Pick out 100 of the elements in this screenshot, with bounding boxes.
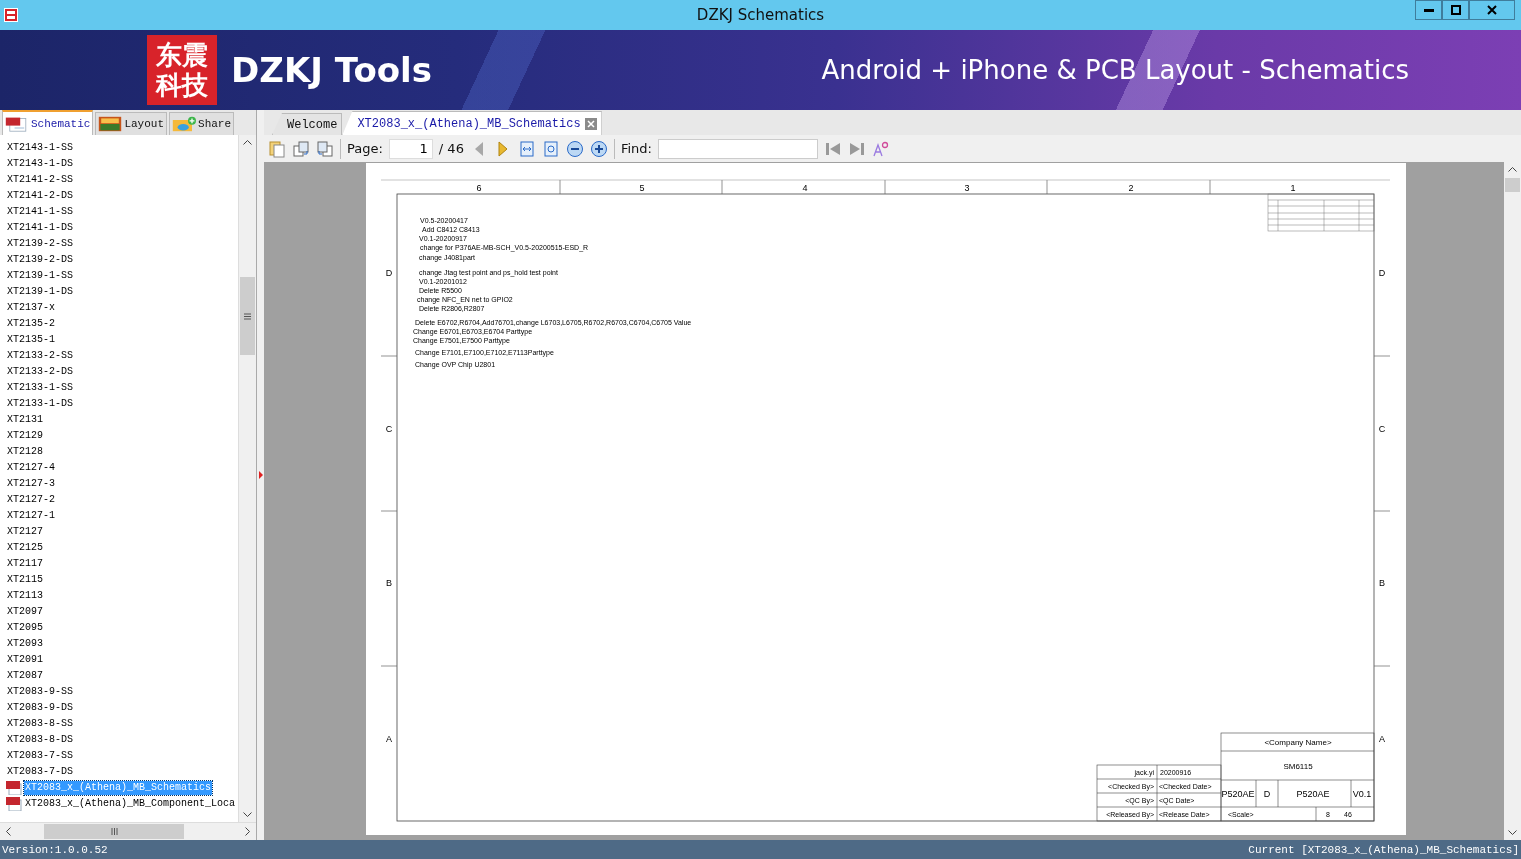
scroll-up-icon [1508,166,1517,172]
title-text: SM6115 [1283,762,1313,771]
tree-item[interactable]: XT2097 [6,605,44,619]
scroll-right-icon [245,827,251,836]
scroll-down-icon [243,812,252,818]
tree-item[interactable]: XT2139-1-SS [6,269,74,283]
tree-item[interactable]: XT2141-2-DS [6,189,74,203]
row-label: A [1379,734,1385,744]
rotate-counterclockwise-icon[interactable] [316,139,334,158]
vertical-scrollbar[interactable] [1504,162,1521,840]
zoom-in-icon[interactable] [589,139,608,158]
grip-icon [110,828,118,835]
tree-item[interactable]: XT2137-x [6,301,56,315]
maximize-button[interactable] [1442,0,1469,20]
tree-item[interactable]: XT2087 [6,669,44,683]
column-label: 5 [639,183,645,193]
tree-item[interactable]: XT2113 [6,589,44,603]
grip-icon [244,312,251,320]
close-button[interactable] [1469,0,1515,20]
scroll-left-icon [5,827,11,836]
tree-item[interactable]: XT2133-1-DS [6,397,74,411]
close-icon[interactable] [584,117,597,130]
zoom-out-icon[interactable] [565,139,584,158]
tagline: Android + iPhone & PCB Layout - Schematics [821,55,1409,85]
tree-item[interactable]: XT2127-3 [6,477,56,491]
column-label: 3 [964,183,970,193]
chip-icon [98,116,123,132]
fit-page-icon[interactable] [541,139,560,158]
column-label: 2 [1128,183,1134,193]
rotate-clockwise-icon[interactable] [292,139,310,158]
tree-item[interactable]: XT2139-2-DS [6,253,74,267]
pdf-icon [6,797,22,811]
tree-item[interactable]: XT2141-2-SS [6,173,74,187]
tree-item[interactable]: XT2093 [6,637,44,651]
collapse-arrow-icon[interactable] [258,471,263,479]
tree-item[interactable]: XT2083-7-DS [6,765,74,779]
tree-item[interactable]: XT2117 [6,557,44,571]
side-tab[interactable]: Share [169,112,235,135]
find-field[interactable] [657,138,818,159]
tree-item[interactable]: XT2125 [6,541,44,555]
tree-item[interactable]: XT2129 [6,429,44,443]
tree-item[interactable]: XT2115 [6,573,44,587]
tree-item[interactable]: XT2083-7-SS [6,749,74,763]
brand-name: DZKJ Tools [231,50,432,90]
tree-item[interactable]: XT2143-1-SS [6,141,74,155]
tree-item[interactable]: XT2128 [6,445,44,459]
tree-item[interactable]: XT2135-1 [6,333,56,347]
side-tab[interactable]: Layout [95,112,168,135]
tree-item[interactable]: XT2083-9-DS [6,701,74,715]
row-label: D [385,268,393,278]
tree-item[interactable]: XT2091 [6,653,44,667]
document-tab[interactable]: Welcome [272,113,343,135]
copy-icon[interactable] [268,139,286,158]
tree-item[interactable]: XT2133-2-SS [6,349,74,363]
tree-item[interactable]: XT2139-1-DS [6,285,74,299]
pdf-icon [6,781,22,795]
drawing-number: P520AE [1296,789,1330,799]
column-label: 1 [1290,183,1296,193]
tree-item[interactable]: XT2095 [6,621,44,635]
scroll-down-icon [1508,830,1517,836]
cloud-folder-icon [172,116,197,132]
tree-item[interactable]: XT2143-1-DS [6,157,74,171]
row-label: B [386,578,392,588]
tree-item[interactable]: XT2139-2-SS [6,237,74,251]
code-text: P520AE [1221,789,1255,799]
tree-item[interactable]: XT2127-2 [6,493,56,507]
tree-item[interactable]: XT2141-1-DS [6,221,74,235]
tree-item[interactable]: XT2133-2-DS [6,365,74,379]
row-label: A [386,734,392,744]
side-tab[interactable]: Schematic [2,110,94,135]
tree-item[interactable]: XT2127-4 [6,461,56,475]
vertical-scrollbar[interactable] [238,135,256,822]
pdf-icon [5,115,29,132]
tree-item[interactable]: XT2083_x_(Athena)_MB_Component_Loca [24,797,237,811]
tree-item[interactable]: XT2127 [6,525,44,539]
tree-item[interactable]: XT2083-8-SS [6,717,74,731]
page-total: / 46 [438,141,464,156]
revision-text: V0.1 [1352,789,1372,799]
company-name: <Company Name> [1264,738,1332,747]
version-text: Version:1.0.0.52 [2,843,108,856]
minimize-button[interactable] [1415,0,1442,20]
tree-item[interactable]: XT2135-2 [6,317,56,331]
row-label: C [1378,424,1386,434]
tree-item[interactable]: XT2133-1-SS [6,381,74,395]
document-tab[interactable]: XT2083_x_(Athena)_MB_Schematics [342,111,602,135]
tree-item[interactable]: XT2127-1 [6,509,56,523]
tree-item[interactable]: XT2083-9-SS [6,685,74,699]
tree-item[interactable]: XT2083-8-DS [6,733,74,747]
current-file-text: Current [XT2083_x_(Athena)_MB_Schematics] [1248,843,1519,856]
scroll-thumb[interactable] [1505,178,1520,192]
window-title: DZKJ Schematics [696,6,825,24]
horizontal-scrollbar[interactable] [0,822,256,840]
tree-item[interactable]: XT2141-1-SS [6,205,74,219]
find-label: Find: [620,141,652,156]
fit-width-icon[interactable] [517,139,536,158]
close-icon [1487,5,1497,15]
page-field[interactable]: 1 [388,138,433,159]
column-label: 4 [802,183,808,193]
tree-item[interactable]: XT2131 [6,413,44,427]
match-case-icon[interactable] [871,139,890,158]
